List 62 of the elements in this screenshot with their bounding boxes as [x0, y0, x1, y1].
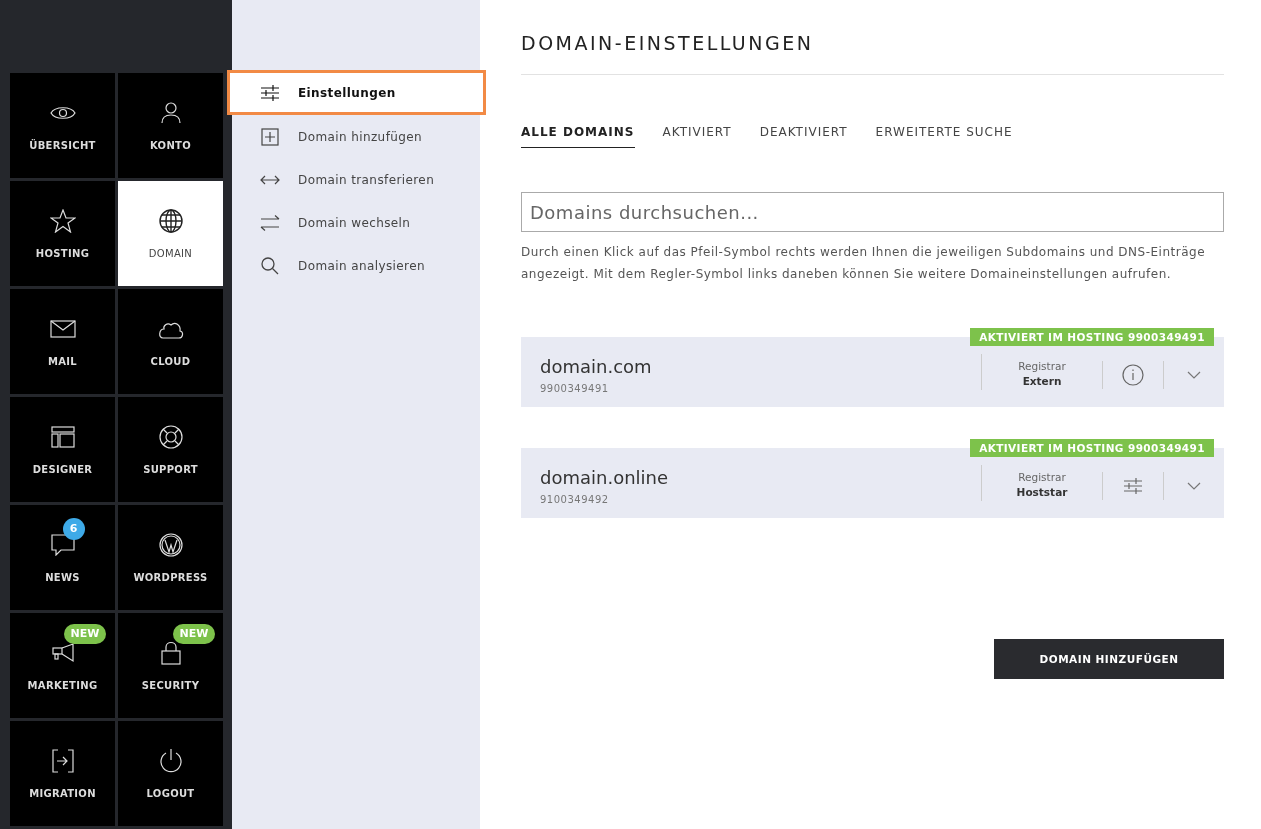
nav-tile[interactable]: CLOUD [118, 289, 223, 394]
nav-tile[interactable]: ÜBERSICHT [10, 73, 115, 178]
registrar-value: Extern [1022, 375, 1062, 387]
nav-tile[interactable]: MAIL [10, 289, 115, 394]
wordpress-icon [158, 533, 183, 557]
domain-number: 9900349491 [540, 383, 610, 394]
nav-tile[interactable]: WORDPRESS [118, 505, 223, 610]
eye-icon [49, 104, 76, 122]
page-title: DOMAIN-EINSTELLUNGEN [521, 32, 1224, 75]
door-arrow-icon [51, 749, 74, 773]
nav-tile[interactable]: DOMAIN [118, 181, 223, 286]
nav-tile[interactable]: DESIGNER [10, 397, 115, 502]
status-badge: AKTIVIERT IM HOSTING 9900349491 [970, 328, 1214, 346]
notification-badge: NEW [172, 624, 216, 644]
registrar-label: Registrar [1018, 360, 1066, 372]
submenu-item[interactable]: Domain transferieren [232, 158, 480, 201]
search-field[interactable]: Domains durchsuchen... [521, 192, 1224, 232]
nav-tile[interactable]: MIGRATION [10, 721, 115, 826]
filter-tab[interactable]: DEAKTIVIERT [759, 125, 848, 148]
add-domain-button[interactable]: DOMAIN HINZUFÜGEN [994, 639, 1224, 679]
sliders-icon [260, 84, 280, 101]
domain-name: domain.online [540, 467, 670, 488]
nav-tile[interactable]: NEW SECURITY [118, 613, 223, 718]
info-icon[interactable] [1122, 364, 1144, 386]
power-icon [158, 748, 183, 774]
nav-tile[interactable]: NEW MARKETING [10, 613, 115, 718]
filter-tab[interactable]: AKTIVIERT [662, 125, 732, 148]
chevron-down-icon[interactable] [1187, 371, 1201, 379]
submenu-item[interactable]: Domain hinzufügen [232, 115, 480, 158]
notification-badge: NEW [63, 624, 107, 644]
status-badge: AKTIVIERT IM HOSTING 9900349491 [970, 439, 1214, 457]
notification-badge: 6 [62, 518, 85, 540]
filter-tab[interactable]: ERWEITERTE SUCHE [875, 125, 1013, 148]
filter-tab[interactable]: ALLE DOMAINS [521, 125, 635, 148]
globe-icon [158, 209, 183, 233]
star-icon [49, 209, 76, 233]
envelope-icon [49, 320, 76, 338]
person-icon [159, 102, 182, 124]
submenu-item[interactable]: Domain analysieren [232, 244, 480, 287]
registrar-value: Hoststar [1016, 486, 1068, 498]
nav-tile[interactable]: KONTO [118, 73, 223, 178]
swap-arrows-icon [260, 214, 280, 231]
lifebuoy-icon [158, 425, 183, 449]
padlock-icon [160, 641, 181, 665]
speech-bubble-icon [50, 534, 75, 556]
chevron-down-icon[interactable] [1187, 482, 1201, 490]
sliders-icon[interactable] [1124, 478, 1142, 494]
double-arrow-icon [260, 174, 280, 185]
nav-tile[interactable]: 6 NEWS [10, 505, 115, 610]
layout-icon [50, 426, 75, 448]
help-text: Durch einen Klick auf das Pfeil-Symbol rechts werden Ihnen die jeweiligen Subdomains und DNS-Einträge angezeigt. Mit dem Regler-Symbol links daneben können Sie weitere Domaineinstellungen aufrufen. [521, 244, 1207, 283]
nav-tile[interactable]: HOSTING [10, 181, 115, 286]
nav-tile[interactable]: SUPPORT [118, 397, 223, 502]
plus-box-icon [260, 127, 280, 146]
submenu-item[interactable]: Einstellungen [227, 70, 486, 115]
search-icon [260, 256, 280, 275]
registrar-label: Registrar [1018, 471, 1066, 483]
megaphone-icon [51, 643, 74, 663]
domain-name: domain.com [540, 356, 653, 377]
domain-number: 9100349492 [540, 494, 610, 505]
submenu-item[interactable]: Domain wechseln [232, 201, 480, 244]
nav-tile[interactable]: LOGOUT [118, 721, 223, 826]
